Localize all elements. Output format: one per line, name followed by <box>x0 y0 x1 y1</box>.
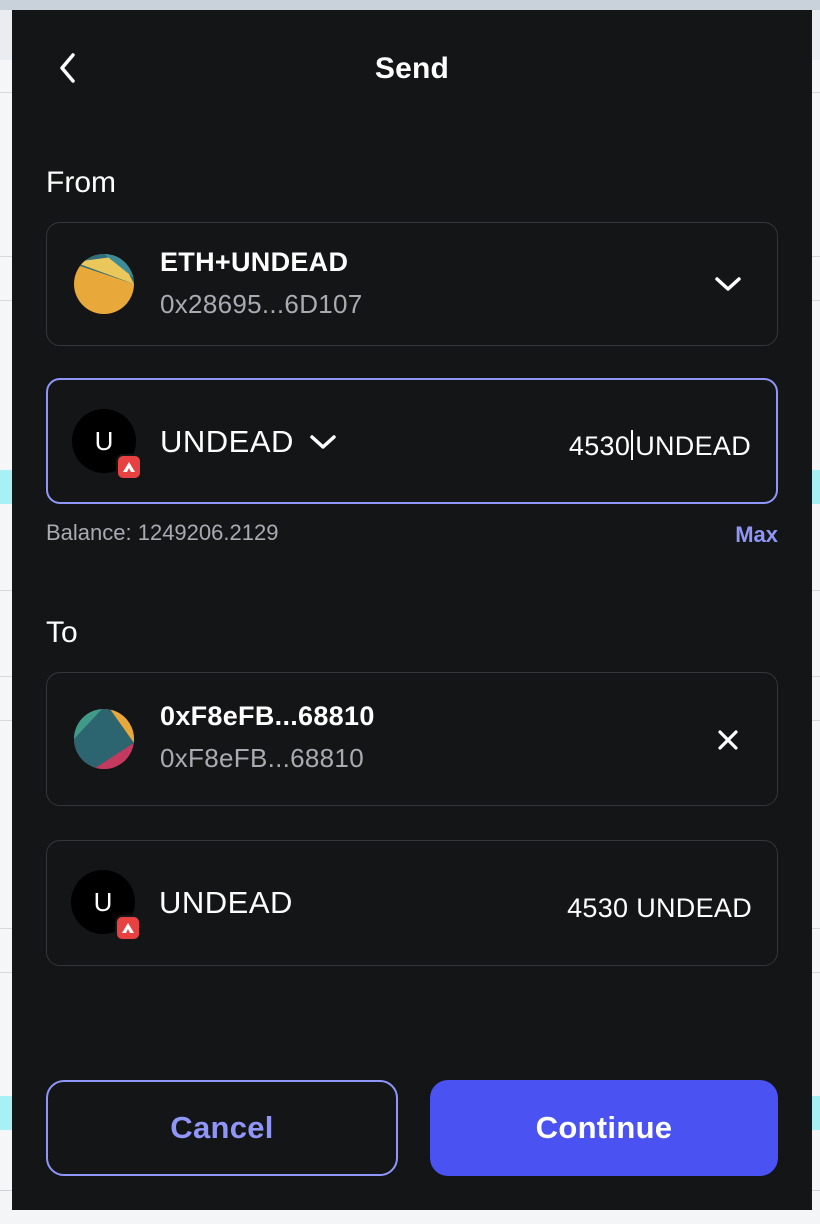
token-dropdown-toggle[interactable] <box>306 428 340 456</box>
chevron-down-icon <box>310 435 336 449</box>
transfer-summary: U UNDEAD 4530 UNDEAD <box>46 840 778 966</box>
background-highlight <box>0 1096 12 1130</box>
summary-amount-unit: UNDEAD <box>636 893 752 923</box>
max-button[interactable]: Max <box>735 522 778 548</box>
recipient-avatar-icon <box>74 709 134 769</box>
close-icon <box>718 730 738 750</box>
amount-input-card[interactable]: U UNDEAD 4530 UNDEAD <box>46 378 778 504</box>
account-avatar-icon <box>74 254 134 314</box>
recipient-card[interactable]: 0xF8eFB...68810 0xF8eFB...68810 <box>46 672 778 806</box>
account-dropdown-toggle[interactable] <box>709 267 747 301</box>
avalanche-icon <box>116 454 142 480</box>
balance-text: Balance: 1249206.2129 <box>46 520 279 545</box>
summary-token-symbol: UNDEAD <box>159 885 293 920</box>
background-highlight <box>0 470 12 504</box>
dialog-header: Send <box>12 40 812 96</box>
cancel-button[interactable]: Cancel <box>46 1080 398 1176</box>
amount-value: 4530 <box>568 431 631 461</box>
background-topbar <box>0 0 820 10</box>
recipient-address: 0xF8eFB...68810 <box>160 743 364 773</box>
background-highlight <box>812 1096 820 1130</box>
from-label: From <box>46 166 116 199</box>
summary-amount-value: 4530 <box>567 893 629 923</box>
avalanche-icon <box>115 915 141 941</box>
continue-button[interactable]: Continue <box>430 1080 778 1176</box>
token-symbol: UNDEAD <box>160 424 294 459</box>
page-title: Send <box>374 52 450 85</box>
background-highlight <box>812 470 820 504</box>
clear-recipient-button[interactable] <box>711 723 745 757</box>
background-grid-left <box>0 60 12 1224</box>
account-avatar <box>74 254 134 314</box>
send-dialog: Send From ETH+UNDEAD 0x28695...6D107 U U… <box>12 10 812 1210</box>
summary-amount: 4530 UNDEAD <box>567 893 752 924</box>
to-label: To <box>46 616 78 649</box>
from-account-selector[interactable]: ETH+UNDEAD 0x28695...6D107 <box>46 222 778 346</box>
recipient-name: 0xF8eFB...68810 <box>160 701 375 731</box>
recipient-avatar <box>74 709 134 769</box>
account-name: ETH+UNDEAD <box>160 247 349 277</box>
account-address: 0x28695...6D107 <box>160 289 363 319</box>
chevron-down-icon <box>715 277 741 291</box>
background-grid-right <box>812 60 820 1224</box>
text-cursor <box>631 430 634 460</box>
amount-input[interactable]: 4530 UNDEAD <box>569 430 751 462</box>
amount-unit: UNDEAD <box>635 431 751 461</box>
